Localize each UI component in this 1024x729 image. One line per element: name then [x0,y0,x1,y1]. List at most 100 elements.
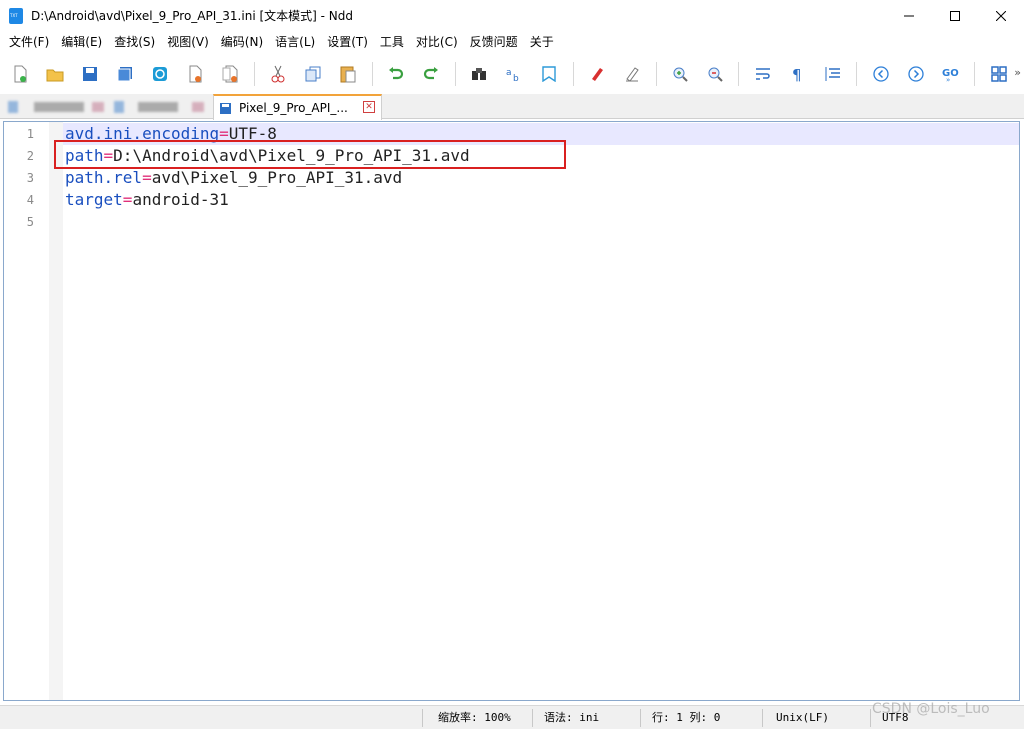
code-line[interactable] [63,211,1019,233]
save-all-icon[interactable] [116,64,135,84]
menu-bar: 文件(F) 编辑(E) 查找(S) 视图(V) 编码(N) 语言(L) 设置(T… [0,31,1024,54]
ini-value: avd\Pixel_9_Pro_API_31.avd [151,168,403,187]
zoom-out-icon[interactable] [705,64,724,84]
back-icon[interactable] [871,64,890,84]
new-file-icon[interactable] [11,64,30,84]
status-syntax: 语法: ini [544,711,600,724]
toolbar-separator [655,62,657,86]
svg-text:b: b [513,74,519,82]
menu-language[interactable]: 语言(L) [269,31,321,54]
clear-mark-icon[interactable] [623,64,642,84]
maximize-button[interactable] [932,0,978,31]
ini-equals: = [122,190,133,209]
paste-icon[interactable] [339,64,358,84]
toolbar-separator [371,62,373,86]
ini-equals: = [142,168,152,187]
show-symbols-icon[interactable]: ¶ [788,64,807,84]
file-icon [114,100,124,113]
menu-about[interactable]: 关于 [524,31,560,54]
close-button[interactable] [978,0,1024,31]
menu-edit[interactable]: 编辑(E) [55,31,108,54]
tab-label: Pixel_9_Pro_API_... [239,101,348,115]
toolbar-separator [856,62,858,86]
menu-find[interactable]: 查找(S) [108,31,161,54]
find-icon[interactable] [470,64,489,84]
undo-icon[interactable] [387,64,406,84]
word-wrap-icon[interactable] [753,64,772,84]
tab-close-button[interactable]: ✕ [363,101,375,113]
compare-icon[interactable] [989,64,1008,84]
maximize-icon [950,10,960,21]
bookmark-icon[interactable] [540,64,559,84]
svg-text:a: a [506,68,512,78]
tab-pixel-9-pro-ini[interactable]: Pixel_9_Pro_API_... ✕ [213,94,382,120]
status-divider [422,709,423,727]
indent-guide-icon[interactable] [823,64,842,84]
code-area[interactable]: avd.ini.encoding=UTF-8 path=D:\Android\a… [63,122,1019,700]
mark-icon[interactable] [588,64,607,84]
menu-view[interactable]: 视图(V) [161,31,215,54]
code-line[interactable]: path.rel=avd\Pixel_9_Pro_API_31.avd [63,167,1019,189]
cut-icon[interactable] [269,64,288,84]
tab-bar: Pixel_9_Pro_API_... ✕ [0,94,1024,120]
annotation-highlight-box [54,140,566,169]
minimize-button[interactable] [886,0,932,31]
status-eol[interactable]: Unix(LF) [776,706,829,729]
window-title: D:\Android\avd\Pixel_9_Pro_API_31.ini [文… [31,9,353,23]
ini-key: target [65,190,123,209]
window-controls [886,0,1024,31]
save-icon [220,102,231,114]
tab-hidden-1[interactable] [4,94,104,119]
title-bar: D:\Android\avd\Pixel_9_Pro_API_31.ini [文… [0,0,1024,31]
line-number: 2 [26,149,34,163]
status-zoom: 缩放率: 100% [438,711,511,724]
status-divider [532,709,533,727]
svg-text:»: » [946,76,950,82]
close-file-icon[interactable] [186,64,205,84]
save-icon[interactable] [81,64,100,84]
redo-icon[interactable] [422,64,441,84]
zoom-in-icon[interactable] [671,64,690,84]
toolbar: ab ¶ GO» [0,56,1024,92]
status-divider [762,709,763,727]
code-line[interactable]: target=android-31 [63,189,1019,211]
close-icon [192,101,204,112]
forward-icon[interactable] [906,64,925,84]
status-position: 行: 1 列: 0 [652,711,721,724]
open-file-icon[interactable] [46,64,65,84]
watermark: CSDN @Lois_Luo [872,701,990,717]
svg-text:GO: GO [942,68,959,79]
line-number: 1 [26,127,34,141]
reload-icon[interactable] [151,64,170,84]
toolbar-separator [572,62,574,86]
text-editor[interactable]: 1 2 3 4 5 avd.ini.encoding=UTF-8 path=D:… [3,121,1020,701]
ini-key: path.rel [65,168,143,187]
menu-tools[interactable]: 工具 [374,31,410,54]
toolbar-separator [454,62,456,86]
line-number: 4 [26,193,34,207]
svg-text:¶: ¶ [792,66,802,82]
menu-file[interactable]: 文件(F) [3,31,55,54]
status-divider [640,709,641,727]
menu-settings[interactable]: 设置(T) [321,31,374,54]
tab-blurred-label [34,101,84,112]
line-number-gutter: 1 2 3 4 5 [4,122,49,700]
close-icon [996,10,1006,21]
tab-blurred-label [138,101,178,112]
status-bar: 缩放率: 100% 语法: ini 行: 1 列: 0 Unix(LF) UTF… [0,705,1024,729]
close-all-icon[interactable] [221,64,240,84]
line-number: 3 [26,171,34,185]
replace-icon[interactable]: ab [505,64,524,84]
app-icon [9,7,23,24]
fold-margin[interactable] [49,122,63,700]
goto-icon[interactable]: GO» [941,64,960,84]
menu-encoding[interactable]: 编码(N) [215,31,269,54]
line-number: 5 [26,215,34,229]
toolbar-separator [738,62,740,86]
close-icon [92,101,104,112]
menu-feedback[interactable]: 反馈问题 [464,31,524,54]
toolbar-overflow-button[interactable]: » [1014,66,1021,79]
menu-compare[interactable]: 对比(C) [410,31,464,54]
copy-icon[interactable] [304,64,323,84]
tab-hidden-2[interactable] [110,94,210,119]
